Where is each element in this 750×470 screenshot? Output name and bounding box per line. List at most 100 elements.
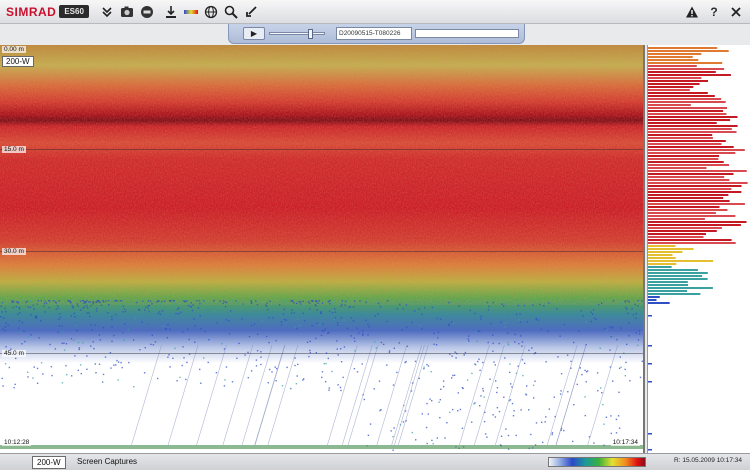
- histogram-bar: [648, 278, 708, 280]
- echo-speck: [618, 427, 621, 429]
- replay-progress-bar[interactable]: [415, 29, 519, 38]
- echo-speck: [224, 379, 226, 381]
- echo-speck: [260, 356, 262, 358]
- echo-speck: [346, 327, 349, 330]
- echo-speck: [404, 361, 406, 364]
- echo-speck: [44, 311, 46, 313]
- histogram-bar: [648, 89, 690, 91]
- echo-speck: [511, 402, 514, 405]
- echo-speck: [531, 347, 533, 349]
- echo-speck: [496, 391, 498, 394]
- echo-speck: [492, 301, 494, 304]
- echo-speck: [339, 386, 342, 389]
- echo-speck: [79, 309, 82, 311]
- echo-speck: [585, 371, 588, 373]
- echo-speck: [634, 303, 636, 306]
- status-datetime: R: 15.05.2009 10:17:34: [674, 457, 742, 464]
- histogram-bar: [648, 287, 713, 289]
- globe-icon[interactable]: [203, 4, 219, 20]
- replay-filename[interactable]: D20090515-T080226: [336, 27, 412, 40]
- histogram-bar: [648, 161, 724, 163]
- color-scale-bar[interactable]: [548, 457, 646, 467]
- echo-speck: [612, 335, 614, 338]
- echo-speck: [478, 358, 480, 360]
- echogram-view[interactable]: 0.00 m 200-W 15.0 m 30.0 m 45.0 m 10:12:…: [0, 45, 645, 453]
- echo-speck: [144, 309, 146, 311]
- echo-speck: [199, 314, 201, 317]
- echo-speck: [563, 429, 565, 432]
- slider-handle[interactable]: [308, 29, 313, 39]
- echo-speck: [487, 309, 490, 311]
- echo-speck: [425, 426, 428, 429]
- echo-speck: [477, 330, 479, 332]
- color-bar-icon[interactable]: [183, 4, 199, 20]
- echo-speck: [573, 404, 575, 406]
- echo-speck: [316, 322, 318, 324]
- echo-speck: [23, 330, 25, 333]
- echo-speck: [268, 341, 270, 344]
- echo-speck: [423, 368, 425, 370]
- magnifier-icon[interactable]: [223, 4, 239, 20]
- range-mode-badge[interactable]: 200-W: [2, 56, 34, 67]
- echo-speck: [446, 422, 448, 424]
- warning-icon[interactable]: [684, 4, 700, 20]
- echo-speck: [496, 407, 499, 409]
- histogram-bar: [648, 260, 714, 262]
- histogram-bar: [648, 98, 722, 100]
- close-icon[interactable]: [728, 4, 744, 20]
- echo-speck: [170, 300, 172, 302]
- histogram-bar: [648, 218, 705, 220]
- echo-speck: [559, 393, 562, 395]
- echo-speck: [414, 360, 417, 363]
- histogram-bar: [648, 95, 715, 97]
- echo-speck: [411, 321, 413, 324]
- echo-speck: [331, 311, 334, 314]
- echo-speck: [191, 309, 194, 312]
- echo-speck: [117, 361, 120, 363]
- echo-speck: [449, 411, 451, 414]
- echo-speck: [439, 318, 442, 320]
- echosounder-app: SIMRAD ES60 ? ▶ D20090515-T080226 0.00 m…: [0, 0, 750, 470]
- echo-speck: [309, 340, 311, 343]
- echo-speck: [268, 316, 270, 319]
- arrow-icon[interactable]: [243, 4, 259, 20]
- echo-speck: [543, 305, 545, 307]
- camera-icon[interactable]: [119, 4, 135, 20]
- histogram-bar: [648, 209, 728, 211]
- echo-speck: [469, 309, 471, 312]
- echo-speck: [581, 373, 583, 376]
- echo-speck: [95, 307, 98, 310]
- echo-speck: [70, 315, 72, 317]
- status-range-button[interactable]: 200-W: [32, 456, 66, 469]
- echo-speck: [392, 384, 395, 386]
- screen-captures-label[interactable]: Screen Captures: [77, 457, 137, 466]
- echo-speck: [175, 312, 177, 315]
- echo-speck: [59, 316, 62, 318]
- echo-speck: [629, 380, 631, 382]
- echo-speck: [66, 373, 68, 376]
- help-icon[interactable]: ?: [706, 4, 722, 20]
- echo-speck: [605, 416, 608, 418]
- chevron-down-icon[interactable]: [99, 4, 115, 20]
- record-icon[interactable]: [139, 4, 155, 20]
- replay-speed-slider[interactable]: [269, 29, 325, 39]
- echo-speck: [144, 347, 146, 349]
- echo-speck: [392, 435, 394, 438]
- echo-speck: [584, 414, 586, 417]
- echo-speck: [253, 307, 256, 310]
- echo-speck: [637, 339, 640, 341]
- echo-speck: [157, 377, 159, 380]
- echo-speck: [349, 306, 351, 308]
- echo-speck: [560, 373, 563, 375]
- play-button[interactable]: ▶: [243, 27, 265, 40]
- echo-speck: [452, 374, 454, 377]
- echo-speck: [101, 381, 104, 383]
- echo-speck: [61, 342, 63, 345]
- echo-speck: [521, 345, 523, 347]
- download-icon[interactable]: [163, 4, 179, 20]
- depth-gridline: [0, 251, 643, 252]
- echo-speck: [635, 317, 637, 320]
- echo-speck: [415, 439, 417, 441]
- echo-speck: [97, 300, 99, 302]
- echo-speck: [203, 357, 205, 359]
